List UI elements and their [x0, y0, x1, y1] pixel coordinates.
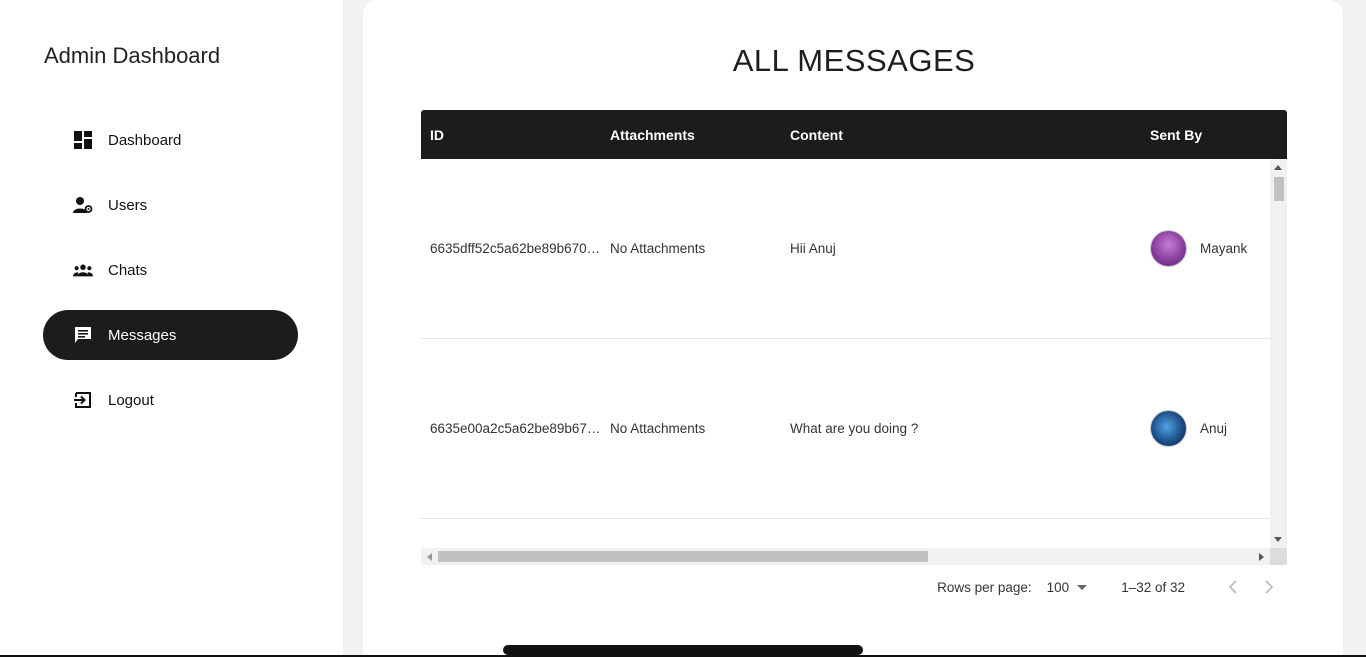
chevron-down-icon: [1077, 584, 1088, 590]
table-row[interactable]: 6635e00a2c5a62be89b67… No Attachments Wh…: [421, 339, 1270, 519]
vertical-scroll-thumb[interactable]: [1274, 177, 1284, 201]
previous-page-button[interactable]: [1215, 569, 1251, 605]
messages-table: ID Attachments Content Sent By 6635dff52…: [421, 110, 1287, 565]
page-title: ALL MESSAGES: [732, 43, 976, 78]
manage-users-icon: [73, 195, 93, 215]
sidebar-item-dashboard[interactable]: Dashboard: [43, 115, 298, 165]
dashboard-icon: [73, 130, 93, 150]
sidebar-item-label: Chats: [108, 261, 148, 279]
chevron-right-icon: [1265, 580, 1274, 594]
column-header-content[interactable]: Content: [781, 127, 1141, 143]
message-icon: [73, 325, 93, 345]
chevron-left-icon: [1228, 580, 1237, 594]
cell-content: Hii Anuj: [790, 241, 836, 256]
sidebar-item-label: Messages: [108, 326, 177, 344]
sidebar-nav: Dashboard Users Chats Messages Logout: [43, 115, 298, 440]
pagination-range: 1–32 of 32: [1121, 579, 1185, 595]
sidebar-item-chats[interactable]: Chats: [43, 245, 298, 295]
sidebar-item-messages[interactable]: Messages: [43, 310, 298, 360]
scrollbar-corner: [1270, 548, 1287, 565]
table-header: ID Attachments Content Sent By: [421, 110, 1287, 159]
horizontal-scroll-thumb[interactable]: [438, 551, 928, 562]
cell-id: 6635e00a2c5a62be89b67…: [430, 421, 601, 436]
sender-name: Mayank: [1200, 241, 1248, 256]
logout-icon: [73, 390, 93, 410]
sidebar-item-users[interactable]: Users: [43, 180, 298, 230]
next-page-button[interactable]: [1251, 569, 1287, 605]
cell-sent-by: Anuj: [1141, 410, 1287, 447]
avatar: [1150, 230, 1187, 267]
scroll-up-arrow-icon[interactable]: [1274, 165, 1282, 170]
home-indicator: [503, 645, 863, 655]
groups-icon: [73, 260, 93, 280]
scroll-down-arrow-icon[interactable]: [1274, 537, 1282, 542]
cell-content: What are you doing ?: [790, 421, 919, 436]
sidebar-item-label: Dashboard: [108, 131, 182, 149]
main-panel: ALL MESSAGES ID Attachments Content Sent…: [363, 0, 1343, 657]
rows-per-page-label: Rows per page:: [937, 579, 1032, 595]
sidebar-item-logout[interactable]: Logout: [43, 375, 298, 425]
rows-per-page-select[interactable]: 100: [1047, 580, 1088, 595]
cell-sent-by: Mayank: [1141, 230, 1287, 267]
column-header-id[interactable]: ID: [421, 127, 601, 143]
scroll-right-arrow-icon[interactable]: [1259, 553, 1264, 561]
table-row[interactable]: 6635dff52c5a62be89b670… No Attachments H…: [421, 159, 1270, 339]
scroll-left-arrow-icon[interactable]: [427, 553, 432, 561]
table-rows: 6635dff52c5a62be89b670… No Attachments H…: [421, 159, 1270, 519]
sidebar-item-label: Logout: [108, 391, 154, 409]
cell-attachments: No Attachments: [610, 421, 706, 436]
cell-attachments: No Attachments: [610, 241, 706, 256]
horizontal-scrollbar[interactable]: [421, 548, 1287, 565]
avatar: [1150, 410, 1187, 447]
vertical-scrollbar[interactable]: [1270, 159, 1287, 548]
column-header-sent-by[interactable]: Sent By: [1141, 127, 1287, 143]
sidebar: Admin Dashboard Dashboard Users Chats Me…: [0, 0, 343, 657]
sender-name: Anuj: [1200, 421, 1228, 436]
app-title: Admin Dashboard: [44, 43, 221, 68]
column-header-attachments[interactable]: Attachments: [601, 127, 781, 143]
cell-id: 6635dff52c5a62be89b670…: [430, 241, 601, 256]
sidebar-item-label: Users: [108, 196, 148, 214]
table-body: 6635dff52c5a62be89b670… No Attachments H…: [421, 159, 1287, 548]
rows-per-page-value: 100: [1046, 579, 1070, 595]
table-pagination: Rows per page: 100 1–32 of 32: [421, 567, 1287, 607]
